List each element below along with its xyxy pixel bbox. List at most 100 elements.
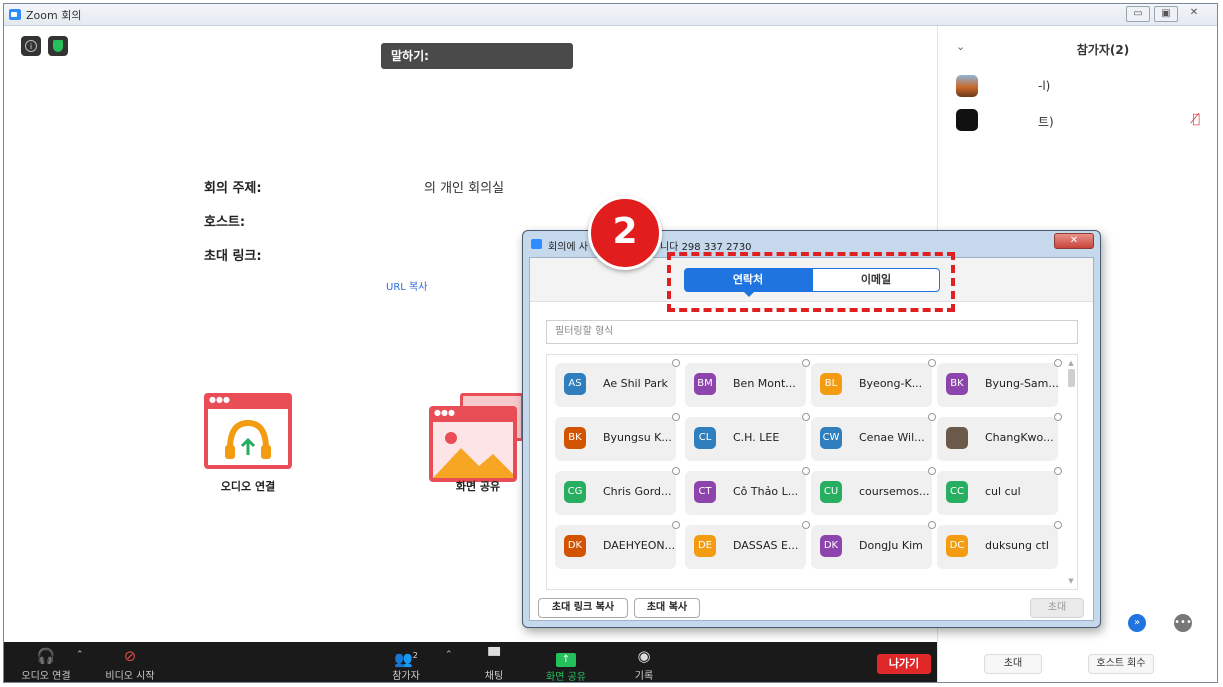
presence-status-icon (928, 413, 936, 421)
contact-card[interactable]: CT Cô Thảo L... (685, 467, 810, 515)
participants-caret-icon[interactable]: ⌃ (445, 650, 453, 660)
chat-button[interactable]: ▀ 채팅 (466, 642, 522, 682)
avatar: BK (946, 373, 968, 395)
avatar: BK (564, 427, 586, 449)
host-label: 호스트: (204, 215, 246, 230)
avatar (956, 109, 978, 131)
contact-card[interactable]: ChangKwo... (937, 413, 1062, 461)
invite-submit-button[interactable]: 초대 (1030, 598, 1084, 618)
presence-status-icon (1054, 467, 1062, 475)
meeting-info-button[interactable]: i (21, 36, 41, 56)
contact-name: Chris Gord... (603, 485, 672, 498)
contact-card[interactable]: BK Byung-Sam... (937, 359, 1062, 407)
share-screen-tile[interactable]: ●●● (429, 406, 517, 482)
zoom-app-icon (9, 9, 21, 20)
url-copy-link[interactable]: URL 복사 (386, 278, 427, 293)
contact-card[interactable]: DE DASSAS E... (685, 521, 810, 569)
participants-button[interactable]: 👥2 참가자 (376, 642, 436, 682)
window-titlebar: Zoom 회의 ▭ ▣ ✕ (4, 4, 1217, 26)
avatar: CG (564, 481, 586, 503)
presence-status-icon (802, 521, 810, 529)
share-tile-label: 화면 공유 (455, 480, 501, 493)
speaking-indicator: 말하기: (381, 43, 573, 69)
avatar: DK (820, 535, 842, 557)
avatar: CL (694, 427, 716, 449)
image-icon (433, 422, 513, 478)
contact-name: Ben Mont... (733, 377, 796, 390)
share-icon: ↑ (536, 649, 596, 667)
avatar: CU (820, 481, 842, 503)
info-icon: i (25, 40, 37, 52)
contact-name: Cenae Wil... (859, 431, 925, 444)
participant-row[interactable]: -l) (938, 71, 1217, 101)
contact-card[interactable]: DK DAEHYEON... (555, 521, 680, 569)
presence-status-icon (802, 413, 810, 421)
contact-card[interactable]: BM Ben Mont... (685, 359, 810, 407)
contact-name: Ae Shil Park (603, 377, 668, 390)
record-button[interactable]: ◉ 기록 (616, 642, 672, 682)
video-button[interactable]: ⊘ 비디오 시작 (100, 642, 160, 682)
scrollbar[interactable]: ▲ ▼ (1067, 359, 1075, 585)
avatar: DK (564, 535, 586, 557)
avatar: CT (694, 481, 716, 503)
avatar (946, 427, 968, 449)
contact-name: duksung ctl (985, 539, 1049, 552)
contact-list: AS Ae Shil Park BM Ben Mont... BL Byeong-K...… (546, 354, 1078, 590)
headphones-icon: 🎧 (36, 647, 56, 665)
minimize-icon[interactable]: ▭ (1126, 6, 1150, 22)
reclaim-host-button[interactable]: 호스트 회수 (1088, 654, 1154, 674)
invite-button[interactable]: 초대 (984, 654, 1042, 674)
contact-card[interactable]: CU coursemos... (811, 467, 936, 515)
contact-card[interactable]: DC duksung ctl (937, 521, 1062, 569)
headphones-icon (208, 409, 288, 465)
audio-button[interactable]: 🎧 오디오 연결 (16, 642, 76, 682)
close-icon[interactable]: ✕ (1182, 6, 1206, 22)
scroll-thumb[interactable] (1067, 369, 1075, 387)
more-options-icon[interactable]: ••• (1174, 614, 1192, 632)
contact-name: C.H. LEE (733, 431, 780, 444)
scroll-up-icon[interactable]: ▲ (1067, 359, 1075, 367)
presence-status-icon (1054, 521, 1062, 529)
contact-card[interactable]: DK DongJu Kim (811, 521, 936, 569)
avatar (956, 75, 978, 97)
contact-card[interactable]: BK Byungsu K... (555, 413, 680, 461)
contact-card[interactable]: BL Byeong-K... (811, 359, 936, 407)
contact-card[interactable]: CL C.H. LEE (685, 413, 810, 461)
presence-status-icon (802, 467, 810, 475)
security-button[interactable] (48, 36, 68, 56)
contact-card[interactable]: AS Ae Shil Park (555, 359, 680, 407)
audio-caret-icon[interactable]: ⌃ (76, 650, 84, 660)
presence-status-icon (928, 467, 936, 475)
contact-name: coursemos... (859, 485, 930, 498)
presence-status-icon (1054, 413, 1062, 421)
maximize-icon[interactable]: ▣ (1154, 6, 1178, 22)
step-badge: 2 (588, 196, 662, 270)
record-icon: ◉ (637, 647, 651, 665)
shield-icon (53, 40, 63, 52)
presence-status-icon (1054, 359, 1062, 367)
contact-card[interactable]: CW Cenae Wil... (811, 413, 936, 461)
scroll-down-icon[interactable]: ▼ (1067, 577, 1075, 585)
topic-value: 의 개인 회의실 (424, 181, 505, 196)
contact-name: Byung-Sam... (985, 377, 1059, 390)
participants-icon: 👥2 (394, 650, 418, 668)
copy-invite-link-button[interactable]: 초대 링크 복사 (538, 598, 628, 618)
contact-card[interactable]: CG Chris Gord... (555, 467, 680, 515)
more-chevron-icon[interactable]: » (1128, 614, 1146, 632)
dialog-close-icon[interactable]: ✕ (1054, 233, 1094, 249)
invite-link-label: 초대 링크: (204, 249, 262, 264)
highlight-box (667, 252, 955, 312)
presence-status-icon (802, 359, 810, 367)
join-audio-tile[interactable]: ●●● (204, 393, 292, 469)
chat-icon: ▀ (488, 647, 500, 665)
muted-mic-icon[interactable]: 🎙̸ (1192, 112, 1200, 127)
participant-row[interactable]: 트) 🎙̸ (938, 105, 1217, 135)
leave-button[interactable]: 나가기 (877, 654, 931, 674)
share-screen-button[interactable]: ↑ 화면 공유 (536, 642, 596, 682)
copy-invitation-button[interactable]: 초대 복사 (634, 598, 700, 618)
presence-status-icon (672, 359, 680, 367)
contact-name: cul cul (985, 485, 1021, 498)
filter-input[interactable]: 필터링할 형식 (546, 320, 1078, 344)
contact-card[interactable]: CC cul cul (937, 467, 1062, 515)
avatar: DE (694, 535, 716, 557)
